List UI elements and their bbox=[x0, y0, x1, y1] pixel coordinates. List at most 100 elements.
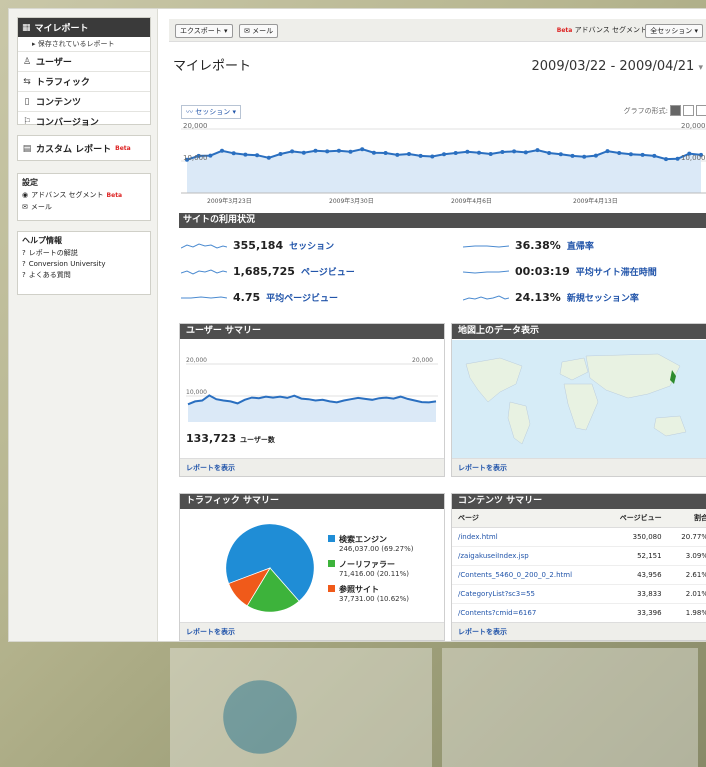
data-point bbox=[220, 148, 224, 153]
data-point bbox=[488, 152, 493, 156]
settings-title: 設定 bbox=[22, 178, 38, 187]
panel-title: ユーザー サマリー bbox=[180, 324, 444, 339]
sparkline-icon bbox=[463, 245, 509, 248]
view-report-link[interactable]: レポートを表示 bbox=[452, 458, 706, 476]
graph-type-bar-icon[interactable] bbox=[683, 105, 694, 116]
page-link[interactable]: /Contents?cmid=6167 bbox=[452, 603, 604, 623]
data-point bbox=[628, 152, 633, 157]
question-icon: ? bbox=[22, 260, 26, 268]
data-point bbox=[383, 151, 388, 155]
custom-report-link[interactable]: ▤ カスタム レポート Beta bbox=[18, 136, 150, 158]
graph-type-list-icon[interactable] bbox=[696, 105, 706, 116]
data-point bbox=[231, 151, 236, 156]
metric-pageviews: 1,685,725 ページビュー bbox=[181, 265, 355, 278]
sidebar-item-content[interactable]: ▯ コンテンツ bbox=[18, 91, 150, 111]
data-point bbox=[418, 153, 423, 158]
my-report-nav-item[interactable]: ▦ マイレポート bbox=[18, 18, 150, 37]
y-tick-label-mid: 10,000 bbox=[183, 154, 208, 162]
data-point bbox=[558, 152, 563, 157]
panel-title: トラフィック サマリー bbox=[180, 494, 444, 509]
sidebar: ▦ マイレポート ▸ 保存されているレポート ♙ ユーザー ⇆ トラフィック ▯… bbox=[9, 9, 158, 641]
advanced-segment-link[interactable]: ◉ アドバンス セグメント Beta bbox=[18, 189, 150, 201]
page-link[interactable]: /CategoryList?sc3=55 bbox=[452, 584, 604, 604]
data-point bbox=[243, 152, 248, 157]
email-settings-link[interactable]: ✉ メール bbox=[18, 201, 150, 213]
table-row: /zaigakuseiIndex.jsp 52,151 3.09% bbox=[452, 546, 706, 566]
traffic-pie-chart bbox=[225, 523, 315, 613]
data-point bbox=[477, 150, 481, 155]
column-header: ページビュー bbox=[603, 509, 668, 528]
graph-type-line-icon[interactable] bbox=[670, 105, 681, 116]
data-point bbox=[336, 148, 341, 153]
line-chart-icon: 〰 bbox=[186, 108, 193, 116]
data-point bbox=[395, 152, 400, 157]
sessions-line-chart: 20,000 20,000 10,000 10,000 2009年3月23日 2… bbox=[181, 121, 706, 205]
metric-link[interactable]: 平均ページビュー bbox=[266, 291, 338, 304]
metric-link[interactable]: ページビュー bbox=[301, 265, 355, 278]
mail-icon: ✉ bbox=[244, 27, 250, 35]
table-row: /Contents_5460_0_200_0_2.html 43,956 2.6… bbox=[452, 565, 706, 585]
map-overlay-panel: 地図上のデータ表示 レポートを表示 bbox=[451, 323, 706, 477]
help-link-faq[interactable]: ? よくある質問 bbox=[18, 269, 150, 281]
metric-link[interactable]: 平均サイト滞在時間 bbox=[576, 265, 657, 278]
page-link[interactable]: /Contents_5460_0_200_0_2.html bbox=[452, 565, 604, 585]
users-line-chart: 20,000 20,000 10,000 bbox=[186, 357, 438, 422]
grid-icon: ▦ bbox=[22, 22, 31, 33]
content-summary-panel: コンテンツ サマリー ページ ページビュー 割合 /index.html 350… bbox=[451, 493, 706, 641]
view-report-link[interactable]: レポートを表示 bbox=[452, 622, 706, 640]
content-table: ページ ページビュー 割合 /index.html 350,080 20.77%… bbox=[452, 509, 706, 623]
user-summary-panel: ユーザー サマリー 20,000 20,000 10,000 133,723 ユ… bbox=[179, 323, 445, 477]
sidebar-item-traffic[interactable]: ⇆ トラフィック bbox=[18, 71, 150, 91]
reflection-pie bbox=[223, 680, 297, 754]
metric-link[interactable]: 直帰率 bbox=[567, 239, 594, 252]
traffic-summary-panel: トラフィック サマリー 検索エンジン 246,037.00 (69.27%) ノー… bbox=[179, 493, 445, 641]
chevron-down-icon: ▾ bbox=[698, 63, 703, 73]
data-point bbox=[371, 150, 376, 155]
reflection-panel bbox=[442, 648, 698, 767]
data-point bbox=[675, 156, 680, 161]
metric-link[interactable]: セッション bbox=[289, 239, 334, 252]
sidebar-item-conversion[interactable]: ⚐ コンバージョン bbox=[18, 111, 150, 131]
data-point bbox=[640, 152, 645, 157]
content-icon: ▯ bbox=[24, 96, 30, 107]
data-point bbox=[407, 152, 411, 156]
analytics-window: ▦ マイレポート ▸ 保存されているレポート ♙ ユーザー ⇆ トラフィック ▯… bbox=[8, 8, 706, 642]
graph-type-selector: グラフの形式: bbox=[624, 105, 706, 116]
help-title: ヘルプ情報 bbox=[22, 236, 62, 245]
help-link-report-guide[interactable]: ? レポートの解説 bbox=[18, 247, 150, 259]
advanced-segment-toolbar[interactable]: Beta アドバンス セグメント bbox=[557, 25, 647, 35]
world-map bbox=[452, 340, 706, 458]
data-point bbox=[547, 151, 552, 155]
page-link[interactable]: /index.html bbox=[452, 527, 604, 547]
page-link[interactable]: /zaigakuseiIndex.jsp bbox=[452, 546, 604, 566]
view-report-link[interactable]: レポートを表示 bbox=[180, 458, 444, 476]
data-point bbox=[442, 152, 446, 157]
data-point bbox=[535, 148, 540, 153]
screenshot-stage: ▦ マイレポート ▸ 保存されているレポート ♙ ユーザー ⇆ トラフィック ▯… bbox=[0, 0, 706, 767]
sidebar-item-users[interactable]: ♙ ユーザー bbox=[18, 51, 150, 71]
data-point bbox=[208, 153, 213, 158]
sparkline-icon bbox=[181, 242, 227, 249]
sparkline-icon bbox=[463, 294, 509, 300]
data-point bbox=[278, 152, 283, 156]
segment-select[interactable]: 全セッション ▾ bbox=[645, 24, 703, 38]
metric-select[interactable]: 〰 セッション ▾ bbox=[181, 105, 241, 119]
data-point bbox=[593, 153, 598, 158]
date-range-picker[interactable]: 2009/03/22 - 2009/04/21 ▾ bbox=[532, 59, 703, 74]
legend-item: 検索エンジン 246,037.00 (69.27%) bbox=[328, 534, 413, 553]
data-point bbox=[430, 154, 435, 159]
x-tick-label: 2009年3月30日 bbox=[329, 197, 374, 205]
export-button[interactable]: エクスポート ▾ bbox=[175, 24, 233, 38]
email-button[interactable]: ✉ メール bbox=[239, 24, 279, 38]
help-link-conversion-university[interactable]: ? Conversion University bbox=[18, 259, 150, 269]
saved-reports-link[interactable]: ▸ 保存されているレポート bbox=[18, 37, 150, 51]
flag-icon: ⚐ bbox=[22, 116, 32, 127]
y-tick-label-max: 20,000 bbox=[186, 357, 207, 364]
x-tick-label: 2009年3月23日 bbox=[207, 197, 252, 205]
help-box: ヘルプ情報 ? レポートの解説 ? Conversion University … bbox=[17, 231, 151, 295]
metric-link[interactable]: 新規セッション率 bbox=[567, 291, 639, 304]
screen-reflection bbox=[160, 648, 698, 767]
data-point bbox=[582, 154, 587, 159]
metric-bounce-rate: 36.38% 直帰率 bbox=[463, 239, 594, 252]
view-report-link[interactable]: レポートを表示 bbox=[180, 622, 444, 640]
